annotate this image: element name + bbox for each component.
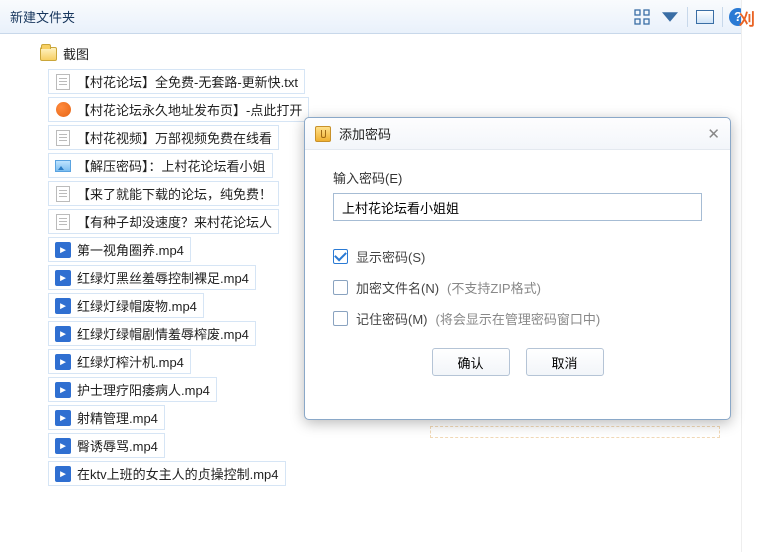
file-name-label: 红绿灯绿帽废物.mp4 [77,296,197,315]
file-item[interactable]: 【村花论坛】全免费-无套路-更新快.txt [48,69,305,94]
dialog-body: 输入密码(E) 显示密码(S) 加密文件名(N) (不支持ZIP格式) 记住密码… [305,150,730,394]
file-item[interactable]: 红绿灯绿帽废物.mp4 [48,293,204,318]
encrypt-filename-hint: (不支持ZIP格式) [447,278,541,297]
file-name-label: 【村花论坛】全免费-无套路-更新快.txt [77,72,298,91]
cancel-button[interactable]: 取消 [526,348,604,376]
password-dialog: 添加密码 ✕ 输入密码(E) 显示密码(S) 加密文件名(N) (不支持ZIP格… [304,117,731,420]
remember-password-hint: (将会显示在管理密码窗口中) [436,309,601,328]
preview-pane-icon[interactable] [694,6,716,28]
file-item[interactable]: 第一视角圈养.mp4 [48,237,191,262]
text-file-icon [55,130,71,146]
file-name-label: 【村花论坛永久地址发布页】-点此打开 [77,100,302,119]
toolbar-separator [722,7,723,27]
file-item[interactable]: 护士理疗阳痿病人.mp4 [48,377,217,402]
video-file-icon [55,270,71,286]
window-titlebar: 新建文件夹 ? [0,0,757,34]
edge-accent-text: 刈 [739,6,755,30]
encrypt-filename-label: 加密文件名(N) [356,278,439,297]
password-input[interactable] [333,193,702,221]
file-item[interactable]: 【来了就能下载的论坛，纯免费！ [48,181,279,206]
file-name-label: 红绿灯绿帽剧情羞辱榨废.mp4 [77,324,249,343]
file-item[interactable]: 【解压密码】：上村花论坛看小姐 [48,153,273,178]
file-name-label: 【有种子却没速度？来村花论坛人 [77,212,272,231]
titlebar-toolbar: ? [631,6,747,28]
background-panel-fragment [430,426,720,438]
right-edge-strip [741,0,757,552]
video-file-icon [55,438,71,454]
video-file-icon [55,410,71,426]
close-icon[interactable]: ✕ [707,125,720,143]
text-file-icon [55,214,71,230]
video-file-icon [55,242,71,258]
checkbox-icon [333,311,348,326]
file-name-label: 【村花视频】万部视频免费在线看 [77,128,272,147]
encrypt-filename-checkbox-row[interactable]: 加密文件名(N) (不支持ZIP格式) [333,278,702,297]
window-title: 新建文件夹 [10,7,631,26]
globe-icon [55,102,71,118]
view-grid-icon[interactable] [631,6,653,28]
file-name-label: 红绿灯榨汁机.mp4 [77,352,184,371]
archive-lock-icon [315,126,331,142]
video-file-icon [55,382,71,398]
text-file-icon [55,186,71,202]
file-item[interactable]: 红绿灯榨汁机.mp4 [48,349,191,374]
remember-password-checkbox-row[interactable]: 记住密码(M) (将会显示在管理密码窗口中) [333,309,702,328]
file-name-label: 护士理疗阳痿病人.mp4 [77,380,210,399]
ok-button[interactable]: 确认 [432,348,510,376]
file-item[interactable]: 射精管理.mp4 [48,405,165,430]
video-file-icon [55,298,71,314]
file-item[interactable]: 在ktv上班的女主人的贞操控制.mp4 [48,461,286,486]
file-item[interactable]: 红绿灯绿帽剧情羞辱榨废.mp4 [48,321,256,346]
file-name-label: 第一视角圈养.mp4 [77,240,184,259]
video-file-icon [55,326,71,342]
dialog-title: 添加密码 [339,124,699,143]
dropdown-chevron-icon[interactable] [659,6,681,28]
dialog-titlebar: 添加密码 ✕ [305,118,730,150]
video-file-icon [55,466,71,482]
file-name-label: 【来了就能下载的论坛，纯免费！ [77,184,272,203]
checkbox-group: 显示密码(S) 加密文件名(N) (不支持ZIP格式) 记住密码(M) (将会显… [333,247,702,328]
file-name-label: 红绿灯黑丝羞辱控制裸足.mp4 [77,268,249,287]
file-name-label: 【解压密码】：上村花论坛看小姐 [77,156,266,175]
toolbar-separator [687,7,688,27]
file-item[interactable]: 【村花论坛永久地址发布页】-点此打开 [48,97,309,122]
file-name-label: 射精管理.mp4 [77,408,158,427]
file-name-label: 在ktv上班的女主人的贞操控制.mp4 [77,464,279,483]
dialog-button-row: 确认 取消 [333,348,702,376]
checkbox-icon [333,280,348,295]
password-input-label: 输入密码(E) [333,168,702,187]
image-file-icon [55,158,71,174]
file-item[interactable]: 臀诱辱骂.mp4 [48,433,165,458]
show-password-checkbox-row[interactable]: 显示密码(S) [333,247,702,266]
folder-icon [40,47,57,61]
show-password-label: 显示密码(S) [356,247,425,266]
folder-row[interactable]: 截图 [12,42,745,69]
folder-label: 截图 [63,44,89,63]
file-item[interactable]: 【有种子却没速度？来村花论坛人 [48,209,279,234]
file-item[interactable]: 红绿灯黑丝羞辱控制裸足.mp4 [48,265,256,290]
checkbox-checked-icon [333,249,348,264]
text-file-icon [55,74,71,90]
video-file-icon [55,354,71,370]
remember-password-label: 记住密码(M) [356,309,428,328]
file-item[interactable]: 【村花视频】万部视频免费在线看 [48,125,279,150]
file-name-label: 臀诱辱骂.mp4 [77,436,158,455]
